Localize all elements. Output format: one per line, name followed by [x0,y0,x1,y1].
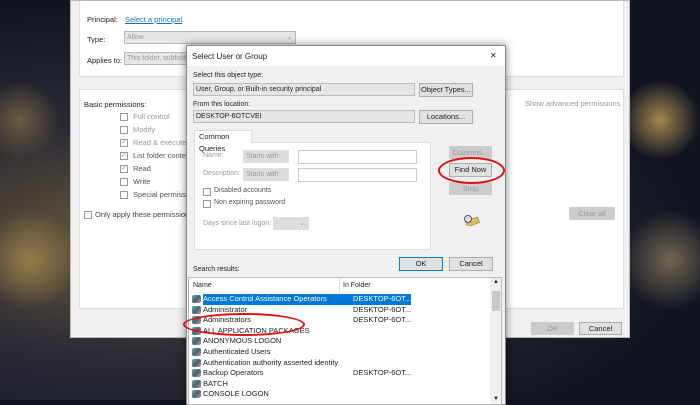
disabled-accounts-label: Disabled accounts [214,187,272,194]
group-icon [192,305,201,314]
result-folder: DESKTOP-6OT... [353,315,411,325]
chevron-down-icon: ⌄ [286,34,292,41]
checkbox-checked[interactable]: ✓ [120,152,128,160]
clear-all-button[interactable]: Clear all [569,207,615,220]
checkbox[interactable] [84,211,92,219]
perm-label: Read & execute [133,138,187,147]
result-name: BATCH [203,378,228,388]
description-mode-select[interactable]: Starts with [243,168,289,181]
result-row[interactable]: Authenticated Users [191,347,491,358]
results-header: Name In Folder [189,278,401,293]
result-row[interactable]: Backup Operators DESKTOP-6OT... [191,368,491,379]
object-type-field: User, Group, or Built-in security princi… [193,83,415,96]
group-icon [192,337,201,346]
checkbox-checked[interactable]: ✓ [120,165,128,173]
result-folder: DESKTOP-6OT... [353,304,411,314]
type-value: Allow [127,34,144,41]
group-icon [192,358,201,367]
perm-label: Read [133,164,151,173]
result-folder: DESKTOP-6OT... [353,368,411,378]
object-type-label: Select this object type: [193,72,264,79]
checkbox[interactable] [203,200,211,208]
ok-button[interactable]: OK [531,322,574,335]
type-select[interactable]: Allow ⌄ [124,31,296,44]
result-name: CONSOLE LOGON [203,389,269,399]
group-icon [192,295,201,304]
description-input[interactable] [298,168,417,182]
result-row[interactable]: ANONYMOUS LOGON [191,336,491,347]
checkbox[interactable] [120,126,128,134]
group-icon [192,379,201,388]
all-application-packages-highlight-circle [183,313,305,336]
name-input[interactable] [298,150,417,164]
days-label: Days since last logon: [203,220,272,227]
show-advanced-link[interactable]: Show advanced permissions [525,99,620,108]
cancel-button[interactable]: Cancel [449,257,493,271]
dialog-title: Select User or Group [192,52,268,61]
search-results-label: Search results: [193,266,240,273]
non-expiring-label: Non expiring password [214,199,286,206]
result-row[interactable]: Authentication authority asserted identi… [191,358,491,369]
result-folder: DESKTOP-6OT... [351,294,411,305]
result-name: ANONYMOUS LOGON [203,336,282,346]
search-magnifier-icon [462,214,480,228]
type-label: Type: [87,35,106,44]
title-bar: Select User or Group ✕ [187,46,505,66]
result-row[interactable]: CONSOLE LOGON [191,389,491,400]
object-types-button[interactable]: Object Types... [419,83,473,97]
checkbox[interactable] [120,191,128,199]
perm-label: Write [133,177,151,186]
locations-button[interactable]: Locations... [419,110,473,124]
close-icon[interactable]: ✕ [490,51,497,60]
common-queries-panel: Name: Starts with Description: Starts wi… [194,142,431,250]
group-icon [192,369,201,378]
result-name: Access Control Assistance Operators [203,294,351,305]
scroll-down-icon[interactable]: ▼ [493,396,499,402]
ok-button[interactable]: OK [399,257,443,271]
result-name: Authenticated Users [203,347,271,356]
description-label: Description: [203,170,240,177]
group-icon [192,390,201,399]
chevron-down-icon: ⌄ [299,220,305,227]
checkbox[interactable] [120,178,128,186]
basic-permissions-label: Basic permissions: [84,100,147,109]
select-principal-link[interactable]: Select a principal [125,15,182,24]
scrollbar[interactable]: ▲ ▼ [490,278,501,404]
column-divider [339,278,340,293]
location-field: DESKTOP-6OTCVEI [193,110,415,123]
perm-label: Modify [133,125,156,134]
scrollbar-thumb[interactable] [492,291,500,311]
checkbox-checked[interactable]: ✓ [120,139,128,147]
column-header-name[interactable]: Name [193,282,212,289]
perm-label: Full control [133,112,170,121]
checkbox[interactable] [203,188,211,196]
result-name: Authentication authority asserted identi… [203,357,339,367]
name-mode-select[interactable]: Starts with [243,150,289,163]
scroll-up-icon[interactable]: ▲ [493,279,499,285]
result-row[interactable]: BATCH [191,379,491,390]
tab-common-queries[interactable]: Common Queries [194,130,252,153]
find-now-highlight-circle [438,157,505,184]
cancel-button[interactable]: Cancel [579,322,622,335]
column-header-folder[interactable]: In Folder [343,282,371,289]
select-user-or-group-dialog: Select User or Group ✕ Select this objec… [186,45,506,405]
days-select[interactable]: ⌄ [273,217,309,230]
location-label: From this location: [193,101,251,108]
result-row[interactable]: Access Control Assistance Operators DESKT… [191,294,491,305]
result-name: Backup Operators [203,368,264,378]
group-icon [192,348,201,357]
checkbox[interactable] [120,113,128,121]
search-results-list[interactable]: Name In Folder Access Control Assistance… [188,277,502,405]
principal-label: Principal: [87,15,118,24]
applies-to-label: Applies to: [87,56,123,65]
